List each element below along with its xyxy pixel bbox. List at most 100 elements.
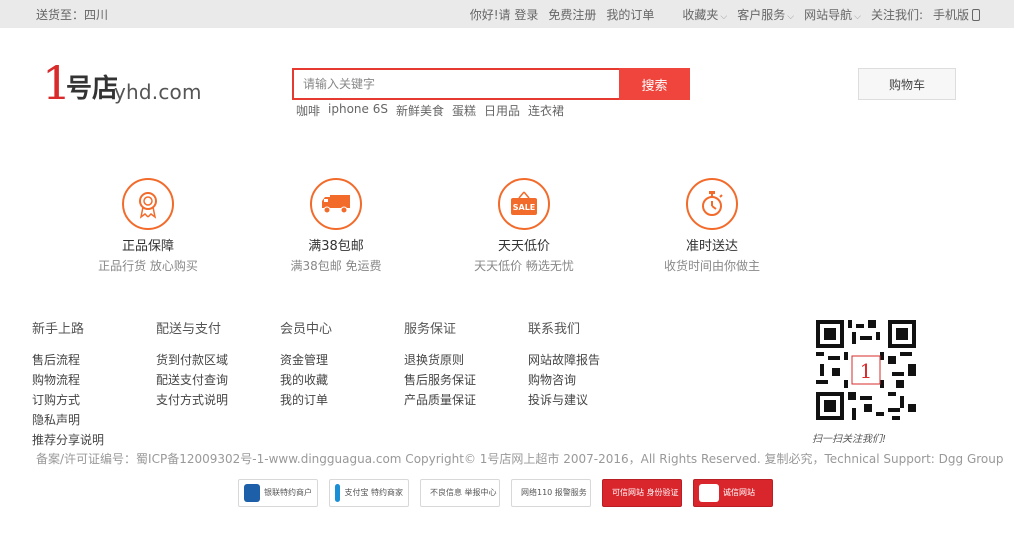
footer-column-title: 配送与支付 [156, 322, 222, 337]
truck-icon [310, 178, 362, 230]
hot-keyword[interactable]: 咖啡 [296, 102, 320, 119]
service-item: 满38包邮 满38包邮 免运费 [256, 178, 416, 274]
site-logo[interactable]: 1 号店 yhd.com [42, 60, 202, 120]
site-nav-menu[interactable]: 网站导航 ⌵ [804, 6, 861, 23]
stopwatch-icon [686, 178, 738, 230]
greeting-text: 你好!请 登录 [470, 6, 539, 23]
badge-label: 银联特约商户 [264, 488, 312, 497]
footer-column: 会员中心 资金管理 我的收藏 我的订单 [280, 318, 404, 410]
footer-link[interactable]: 资金管理 [280, 350, 404, 370]
trust-badges: 银联特约商户 支付宝 特约商家 不良信息 举报中心 网络110 报警服务 可信网… [238, 479, 773, 507]
service-item: 正品保障 正品行货 放心购买 [68, 178, 228, 274]
badge-label: 可信网站 身份验证 [612, 488, 679, 497]
unionpay-icon [244, 484, 260, 502]
trusted-site-badge[interactable]: 可信网站 身份验证 [602, 479, 682, 507]
hot-keyword[interactable]: 连衣裙 [528, 102, 564, 119]
footer-link[interactable]: 投诉与建议 [528, 390, 652, 410]
top-bar: 送货至：四川 你好!请 登录 免费注册 我的订单 收藏夹 ⌵ 客户服务 ⌵ 网站导航… [0, 0, 1014, 28]
hot-keyword[interactable]: 日用品 [484, 102, 520, 119]
footer-link[interactable]: 购物咨询 [528, 370, 652, 390]
service-guarantees: 正品保障 正品行货 放心购买 满38包邮 满38包邮 免运费 SALE 天天低价… [0, 178, 1014, 278]
footer-link[interactable]: 我的收藏 [280, 370, 404, 390]
footer-link[interactable]: 我的订单 [280, 390, 404, 410]
footer-link[interactable]: 退换货原则 [404, 350, 528, 370]
service-title: 准时送达 [685, 239, 738, 254]
delivery-location[interactable]: 送货至：四川 [36, 6, 108, 23]
footer-link[interactable]: 隐私声明 [32, 410, 156, 430]
unionpay-badge[interactable]: 银联特约商户 [238, 479, 318, 507]
favorites-label: 收藏夹 [682, 7, 719, 22]
footer-link[interactable]: 产品质量保证 [404, 390, 528, 410]
header: 1 号店 yhd.com 搜索 咖啡 iphone 6S 新鲜美食 蛋糕 日用品… [0, 28, 1014, 150]
sale-icon-text: SALE [513, 203, 536, 212]
service-subtitle: 正品行货 放心购买 [98, 259, 198, 273]
service-subtitle: 满38包邮 免运费 [290, 259, 382, 273]
footer-column-title: 服务保证 [404, 322, 457, 337]
service-subtitle: 收货时间由你做主 [663, 259, 760, 273]
follow-us-label: 关注我们: [870, 7, 923, 22]
service-title: 天天低价 [497, 239, 550, 254]
certificate-icon [122, 178, 174, 230]
logo-domain: yhd.com [114, 80, 202, 104]
police-110-badge[interactable]: 网络110 报警服务 [511, 479, 591, 507]
footer-link[interactable]: 售后流程 [32, 350, 156, 370]
mobile-label: 手机版 [932, 7, 969, 22]
service-title: 满38包邮 [308, 239, 364, 254]
logo-text: 号店 [66, 74, 119, 104]
footer-column-title: 新手上路 [32, 322, 85, 337]
footer-link[interactable]: 网站故障报告 [528, 350, 652, 370]
search-bar: 搜索 [292, 68, 690, 100]
chevron-down-icon: ⌵ [720, 11, 728, 22]
favorites-menu[interactable]: 收藏夹 ⌵ [682, 6, 727, 23]
footer-link[interactable]: 支付方式说明 [156, 390, 280, 410]
footer-link[interactable]: 购物流程 [32, 370, 156, 390]
badge-label: 网络110 报警服务 [521, 488, 587, 497]
copyright-text: 备案/许可证编号：蜀ICP备12009302号-1-www.dingguagua… [36, 452, 1004, 466]
alipay-icon [335, 484, 341, 502]
my-orders-link[interactable]: 我的订单 [606, 6, 654, 23]
login-link[interactable]: 登录 [514, 8, 538, 22]
search-input[interactable] [292, 68, 619, 100]
service-item: 准时送达 收货时间由你做主 [632, 178, 792, 274]
report-center-badge[interactable]: 不良信息 举报中心 [420, 479, 500, 507]
site-nav-label: 网站导航 [804, 7, 853, 22]
service-item: SALE 天天低价 天天低价 畅选无忧 [444, 178, 604, 274]
footer-link[interactable]: 货到付款区域 [156, 350, 280, 370]
qr-code: 1 [812, 316, 920, 424]
mobile-link[interactable]: 手机版 [933, 6, 980, 23]
badge-label: 诚信网站 [723, 488, 755, 497]
integrity-site-icon [699, 484, 719, 502]
chevron-down-icon: ⌵ [854, 11, 861, 22]
footer-column: 服务保证 退换货原则 售后服务保证 产品质量保证 [404, 318, 528, 410]
footer-column: 联系我们 网站故障报告 购物咨询 投诉与建议 [528, 318, 652, 410]
cart-button[interactable]: 购物车 [858, 68, 956, 100]
hot-keyword[interactable]: 蛋糕 [452, 102, 476, 119]
chevron-down-icon: ⌵ [787, 11, 795, 22]
footer-links: 新手上路 售后流程 购物流程 订购方式 隐私声明 推荐分享说明 配送与支付 货到… [32, 318, 812, 448]
footer-link[interactable]: 订购方式 [32, 390, 156, 410]
qr-logo-digit: 1 [860, 359, 873, 383]
customer-service-menu[interactable]: 客户服务 ⌵ [737, 6, 794, 23]
integrity-site-badge[interactable]: 诚信网站 [693, 479, 773, 507]
footer-column-title: 联系我们 [528, 322, 581, 337]
hot-keyword[interactable]: 新鲜美食 [396, 102, 444, 119]
badge-label: 不良信息 举报中心 [430, 488, 497, 497]
top-bar-right: 你好!请 登录 免费注册 我的订单 收藏夹 ⌵ 客户服务 ⌵ 网站导航 ⌵ 关注我们:… [470, 6, 980, 23]
footer-column-title: 会员中心 [280, 322, 333, 337]
footer-column: 配送与支付 货到付款区域 配送支付查询 支付方式说明 [156, 318, 280, 410]
alipay-badge[interactable]: 支付宝 特约商家 [329, 479, 409, 507]
footer-link[interactable]: 售后服务保证 [404, 370, 528, 390]
search-button[interactable]: 搜索 [619, 68, 690, 100]
service-title: 正品保障 [121, 239, 174, 254]
customer-service-label: 客户服务 [737, 7, 786, 22]
qr-caption: 扫一扫关注我们! [812, 434, 887, 445]
hot-keyword[interactable]: iphone 6S [328, 102, 388, 119]
footer-link[interactable]: 配送支付查询 [156, 370, 280, 390]
register-link[interactable]: 免费注册 [548, 6, 596, 23]
footer-column: 新手上路 售后流程 购物流程 订购方式 隐私声明 推荐分享说明 [32, 318, 156, 450]
hot-keywords: 咖啡 iphone 6S 新鲜美食 蛋糕 日用品 连衣裙 [296, 102, 564, 119]
badge-label: 支付宝 特约商家 [344, 488, 403, 497]
service-subtitle: 天天低价 畅选无忧 [474, 259, 574, 273]
footer-link[interactable]: 推荐分享说明 [32, 430, 156, 450]
greeting-label: 你好!请 [469, 7, 511, 22]
